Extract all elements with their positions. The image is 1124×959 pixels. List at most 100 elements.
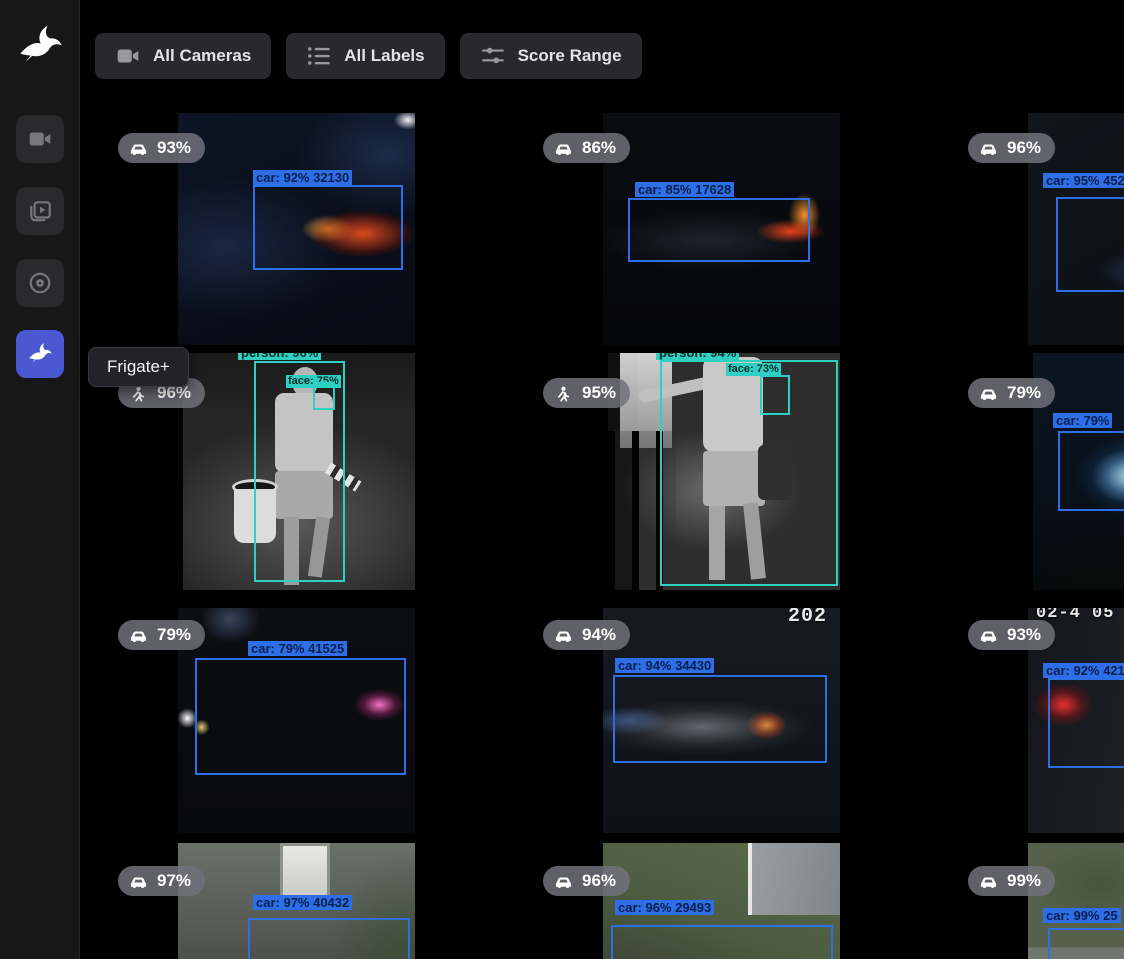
score-range-filter-button[interactable]: Score Range — [460, 33, 642, 79]
video-camera-icon — [27, 126, 53, 152]
video-camera-icon — [115, 43, 141, 69]
bounding-box — [1058, 431, 1124, 511]
detection-card[interactable]: 79% car: 79% 41525 — [110, 608, 535, 853]
score-badge: 99% — [968, 866, 1055, 896]
bounding-box — [628, 198, 810, 262]
bounding-box — [1048, 928, 1124, 959]
frigate-app: Frigate+ All Cameras All Labels Score Ra… — [0, 0, 1124, 959]
detection-card[interactable]: 96% person: 96% face: 75% — [110, 353, 535, 598]
video-clips-icon — [27, 198, 53, 224]
score-badge: 96% — [543, 866, 630, 896]
detection-card[interactable]: 94% 202 car: 94% 34430 — [535, 608, 960, 853]
sidebar-item-live[interactable] — [16, 115, 64, 163]
sidebar-item-export[interactable] — [16, 259, 64, 307]
badge-score: 79% — [1007, 383, 1041, 403]
car-icon — [554, 872, 573, 891]
score-badge: 93% — [968, 620, 1055, 650]
door-figure — [280, 843, 330, 901]
badge-score: 97% — [157, 871, 191, 891]
car-icon — [129, 139, 148, 158]
detection-card[interactable]: 97% car: 97% 40432 — [110, 843, 535, 959]
score-badge: 95% — [543, 378, 630, 408]
score-badge: 79% — [968, 378, 1055, 408]
score-badge: 79% — [118, 620, 205, 650]
face-bounding-box — [760, 375, 790, 415]
detection-thumbnail: person: 94% face: 73% — [608, 353, 840, 590]
frigate-plus-tooltip: Frigate+ — [88, 347, 189, 387]
detection-card[interactable]: 96% car: 95% 45260 — [960, 113, 1124, 358]
bounding-box — [611, 925, 833, 959]
bounding-box — [1056, 197, 1124, 292]
person-icon — [554, 384, 573, 403]
badge-score: 86% — [582, 138, 616, 158]
object-label: car: 96% 29493 — [615, 900, 714, 915]
badge-score: 96% — [1007, 138, 1041, 158]
badge-score: 99% — [1007, 871, 1041, 891]
badge-score: 93% — [157, 138, 191, 158]
all-labels-filter-button[interactable]: All Labels — [286, 33, 444, 79]
detection-thumbnail: car: 97% 40432 — [178, 843, 415, 959]
sidebar-item-frigate-plus[interactable] — [16, 330, 64, 378]
object-label: person: 96% — [238, 353, 321, 360]
score-badge: 93% — [118, 133, 205, 163]
car-icon — [554, 139, 573, 158]
bounding-box — [1048, 678, 1124, 768]
detection-thumbnail: car: 79% 41525 — [178, 608, 415, 833]
frigate-bird-icon — [27, 341, 53, 367]
disc-icon — [27, 270, 53, 296]
detection-card[interactable]: 95% person: 94% face: 73% — [535, 353, 960, 598]
detection-thumbnail: car: 85% 17628 — [603, 113, 840, 345]
all-cameras-label: All Cameras — [153, 46, 251, 66]
object-label: car: 92% 32130 — [253, 170, 352, 185]
object-label: person: 94% — [656, 353, 739, 360]
object-label: car: 92% 4218 — [1043, 663, 1124, 678]
detection-thumbnail: car: 92% 32130 — [178, 113, 415, 345]
object-label: car: 79% 41525 — [248, 641, 347, 656]
bounding-box — [248, 918, 410, 959]
object-label: car: 99% 25 — [1043, 908, 1121, 923]
detection-card[interactable]: 93% car: 92% 32130 — [110, 113, 535, 358]
detection-card[interactable]: 79% car: 79% — [960, 353, 1124, 598]
sidebar-item-review[interactable] — [16, 187, 64, 235]
camera-timestamp-fragment: 202 — [788, 608, 827, 628]
badge-score: 93% — [1007, 625, 1041, 645]
car-icon — [129, 872, 148, 891]
detection-card[interactable]: 99% car: 99% 25 — [960, 843, 1124, 959]
detection-card[interactable]: 93% 02-4 05 0 car: 92% 4218 — [960, 608, 1124, 853]
score-badge: 94% — [543, 620, 630, 650]
frigate-logo — [16, 22, 64, 70]
detection-thumbnail: 202 car: 94% 34430 — [603, 608, 840, 833]
bounding-box — [660, 360, 838, 586]
sliders-icon — [480, 43, 506, 69]
object-label: car: 79% — [1053, 413, 1112, 428]
score-badge: 96% — [968, 133, 1055, 163]
car-icon — [979, 384, 998, 403]
list-icon — [306, 43, 332, 69]
car-icon — [979, 139, 998, 158]
detection-thumbnail: car: 99% 25 — [1028, 843, 1124, 959]
car-icon — [129, 626, 148, 645]
object-label: car: 95% 45260 — [1043, 173, 1124, 188]
sidebar — [0, 0, 80, 959]
score-badge: 97% — [118, 866, 205, 896]
detection-thumbnail: car: 96% 29493 — [603, 843, 840, 959]
bounding-box — [195, 658, 406, 775]
car-icon — [979, 626, 998, 645]
badge-score: 96% — [582, 871, 616, 891]
filter-bar: All Cameras All Labels Score Range — [95, 33, 642, 79]
detection-card[interactable]: 86% car: 85% 17628 — [535, 113, 960, 358]
car-icon — [979, 872, 998, 891]
all-cameras-filter-button[interactable]: All Cameras — [95, 33, 271, 79]
detection-thumbnail: person: 96% face: 75% — [183, 353, 415, 590]
house-figure — [748, 843, 840, 915]
frigate-bird-icon — [16, 22, 64, 70]
score-range-label: Score Range — [518, 46, 622, 66]
object-label: car: 94% 34430 — [615, 658, 714, 673]
detection-card[interactable]: 96% car: 96% 29493 — [535, 843, 960, 959]
badge-score: 79% — [157, 625, 191, 645]
bounding-box — [253, 185, 403, 270]
face-bounding-box — [313, 382, 335, 410]
score-badge: 86% — [543, 133, 630, 163]
bounding-box — [613, 675, 827, 763]
object-label: car: 85% 17628 — [635, 182, 734, 197]
